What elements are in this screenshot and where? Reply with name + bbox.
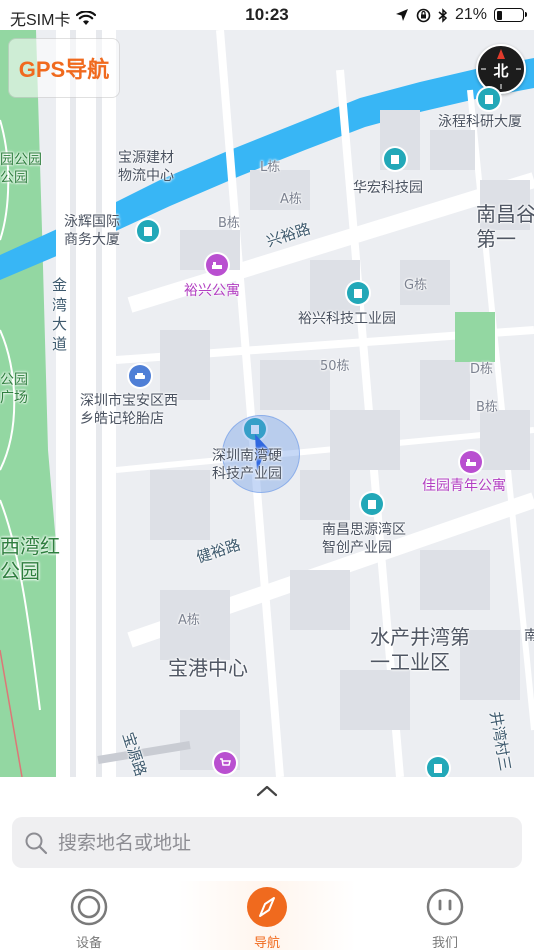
- search-icon: [25, 832, 48, 854]
- status-right: 21%: [395, 6, 527, 24]
- tab-label: 我们: [431, 936, 458, 950]
- map-label-poi[interactable]: 深圳南湾硬 科技产业园: [212, 448, 282, 483]
- building-icon[interactable]: [427, 757, 449, 777]
- road-label: 金湾大道: [52, 276, 68, 353]
- map-label-poi[interactable]: 裕兴科技工业园: [298, 311, 396, 329]
- device-icon: [69, 887, 109, 927]
- map-label-area: 南昌谷 第一: [476, 202, 534, 251]
- battery-percent: 21%: [454, 6, 487, 23]
- map-label-park: 园公园 公园: [0, 152, 42, 186]
- map-label-building: B栋: [476, 400, 498, 415]
- building-icon[interactable]: [384, 148, 406, 170]
- map-label-building: L栋: [260, 160, 281, 175]
- map-label-edge: 南: [524, 628, 534, 644]
- map-label-poi[interactable]: 泳辉国际 商务大厦: [64, 214, 120, 249]
- chevron-up-icon[interactable]: [255, 783, 279, 799]
- bottom-sheet: [0, 777, 534, 881]
- building-icon[interactable]: [478, 88, 500, 110]
- battery-icon: [494, 8, 527, 22]
- map-label-area: 宝港中心: [168, 656, 248, 680]
- search-bar[interactable]: [12, 817, 522, 868]
- compass-button[interactable]: 北: [476, 44, 526, 94]
- search-input[interactable]: [58, 831, 498, 854]
- smile-icon: [425, 887, 465, 927]
- map-label-poi[interactable]: 裕兴公寓: [184, 283, 240, 301]
- tab-bar: 设备 导航 我们: [0, 881, 534, 950]
- battery-fill: [496, 10, 502, 20]
- map-label-building: D栋: [470, 362, 494, 377]
- hotel-icon[interactable]: [460, 451, 482, 473]
- map-label-poi[interactable]: 泳程科研大厦: [438, 114, 522, 132]
- app-title: GPS导航: [18, 57, 110, 82]
- map-label-building: G栋: [404, 278, 428, 293]
- map-label-poi[interactable]: 宝源建材 物流中心: [118, 150, 174, 185]
- status-bar: 无SIM卡 10:23 21%: [0, 0, 534, 30]
- map-view[interactable]: GPS导航 北 泳程科研大厦 宝源建材 物流中心 L栋 A栋 华宏科技园 泳辉国…: [0, 30, 534, 777]
- map-label-building: A栋: [178, 613, 200, 628]
- tab-about-us[interactable]: 我们: [356, 881, 534, 950]
- tab-device[interactable]: 设备: [0, 881, 178, 950]
- rotation-lock-icon: [416, 8, 431, 22]
- car-service-icon[interactable]: [129, 365, 151, 387]
- building-icon[interactable]: [347, 282, 369, 304]
- map-label-area: 水产井湾第 一工业区: [370, 625, 470, 674]
- tab-label: 导航: [253, 936, 280, 950]
- map-label-poi[interactable]: 深圳市宝安区西 乡皓记轮胎店: [80, 393, 178, 428]
- tab-navigation[interactable]: 导航: [178, 881, 356, 950]
- shopping-icon[interactable]: [214, 752, 236, 774]
- map-label-building: 50栋: [320, 359, 350, 374]
- bluetooth-icon: [438, 7, 448, 23]
- building-icon[interactable]: [361, 493, 383, 515]
- map-label-poi[interactable]: 佳园青年公寓: [422, 478, 506, 496]
- location-arrow-icon: [395, 9, 408, 21]
- app-title-badge[interactable]: GPS导航: [8, 38, 120, 98]
- map-label-poi[interactable]: 南昌思源湾区 智创产业园: [322, 522, 406, 557]
- map-label-building: A栋: [280, 192, 302, 207]
- map-label-building: B栋: [218, 216, 240, 231]
- building-icon[interactable]: [137, 220, 159, 242]
- compass-north-label: 北: [493, 62, 509, 80]
- map-label-poi[interactable]: 华宏科技园: [353, 180, 423, 198]
- map-label-park: 西湾红 公园: [0, 534, 60, 583]
- hotel-icon[interactable]: [206, 254, 228, 276]
- map-label-park: 公园 广场: [0, 372, 28, 406]
- compass-needle-icon: [247, 887, 287, 927]
- tab-label: 设备: [75, 936, 102, 950]
